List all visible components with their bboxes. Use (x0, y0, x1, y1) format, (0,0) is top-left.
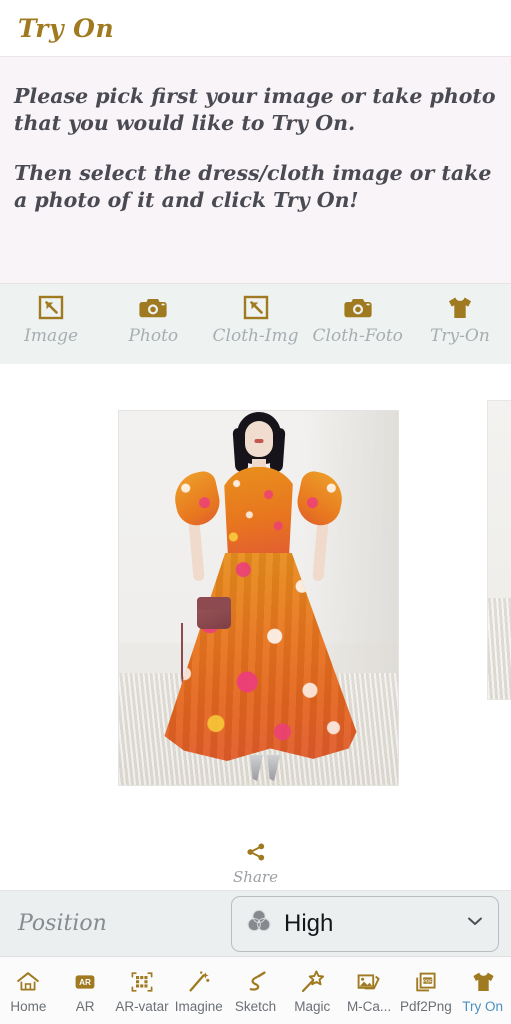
pencil-icon (242, 968, 270, 996)
nav-label: Sketch (234, 998, 277, 1014)
toolbar-label: Cloth-Img (212, 326, 299, 346)
tshirt-icon (443, 292, 477, 324)
toolbar-item-photo[interactable]: Photo (102, 292, 204, 346)
app-header: Try On (0, 0, 511, 56)
svg-text:AR: AR (79, 978, 91, 987)
nav-label: Pdf2Png (399, 998, 452, 1014)
toolbar-label: Try-On (430, 326, 490, 346)
lips (254, 439, 263, 443)
venn-circles-icon (246, 908, 272, 939)
nav-item-try-on[interactable]: Try On (454, 968, 511, 1014)
toolbar-item-try-on[interactable]: Try-On (409, 292, 511, 346)
nav-label: AR-vatar (115, 998, 169, 1014)
toolbar-item-image[interactable]: Image (0, 292, 102, 346)
nav-label: AR (75, 998, 95, 1014)
photos-icon (355, 968, 383, 996)
nav-item-ar-vatar[interactable]: AR-vatar (114, 968, 171, 1014)
peek-floor (488, 597, 511, 699)
share-icon (245, 842, 267, 867)
page-title: Try On (18, 13, 115, 43)
photo-scene (119, 411, 398, 785)
nav-item-home[interactable]: Home (0, 968, 57, 1014)
share-label: Share (233, 868, 278, 886)
nav-label: Magic (294, 998, 331, 1014)
instructions-panel: Please pick first your image or take pho… (0, 56, 511, 284)
handbag-flap (197, 597, 231, 610)
image-select-icon (34, 292, 68, 324)
svg-text:PDF: PDF (423, 978, 432, 983)
nav-item-pdf2png[interactable]: PDF Pdf2Png (397, 968, 454, 1014)
magic-wand-icon (298, 968, 326, 996)
bottom-navigation: Home AR AR AR-vatar Imagine Sketch Magic… (0, 956, 511, 1024)
dress-bodice (223, 467, 294, 559)
pdf-icon: PDF (412, 968, 440, 996)
toolbar-label: Cloth-Foto (312, 326, 403, 346)
toolbar-item-cloth-foto[interactable]: Cloth-Foto (307, 292, 409, 346)
nav-label: Home (10, 998, 47, 1014)
selected-person-image[interactable] (118, 410, 399, 786)
chevron-down-icon[interactable] (464, 910, 486, 937)
position-select[interactable]: High (231, 895, 499, 952)
wand-icon (185, 968, 213, 996)
nav-item-magic[interactable]: Magic (284, 968, 341, 1014)
camera-icon (136, 292, 170, 324)
nav-label: M-Ca... (346, 998, 392, 1014)
qr-code-icon (128, 968, 156, 996)
position-selected-value: High (284, 909, 334, 937)
nav-item-m-camera[interactable]: M-Ca... (341, 968, 398, 1014)
nav-item-ar[interactable]: AR AR (57, 968, 114, 1014)
image-select-icon (239, 292, 273, 324)
camera-icon (341, 292, 375, 324)
arm-left (188, 518, 205, 582)
position-row: Position High (0, 890, 511, 956)
handbag (197, 597, 231, 629)
nav-item-imagine[interactable]: Imagine (170, 968, 227, 1014)
tshirt-icon (469, 968, 497, 996)
peek-scene (488, 401, 511, 699)
nav-item-sketch[interactable]: Sketch (227, 968, 284, 1014)
toolbar-label: Photo (128, 326, 179, 346)
secondary-image-preview[interactable] (487, 400, 511, 700)
try-on-screen: Try On Please pick first your image or t… (0, 0, 511, 1024)
action-toolbar: Image Photo Cloth-Img Cloth-Foto Try-On (0, 284, 511, 364)
toolbar-item-cloth-img[interactable]: Cloth-Img (204, 292, 306, 346)
model-head (231, 412, 286, 473)
ar-badge-icon: AR (71, 968, 99, 996)
toolbar-label: Image (24, 326, 79, 346)
instruction-line-2: Then select the dress/cloth image or tak… (14, 161, 492, 212)
nav-label: Imagine (174, 998, 223, 1014)
instruction-line-1: Please pick first your image or take pho… (14, 84, 496, 135)
position-label: Position (18, 911, 107, 936)
home-icon (14, 968, 42, 996)
sleeve-left (170, 468, 224, 530)
share-button[interactable]: Share (0, 838, 511, 890)
nav-label: Try On (462, 998, 504, 1014)
image-gallery[interactable] (0, 364, 511, 838)
